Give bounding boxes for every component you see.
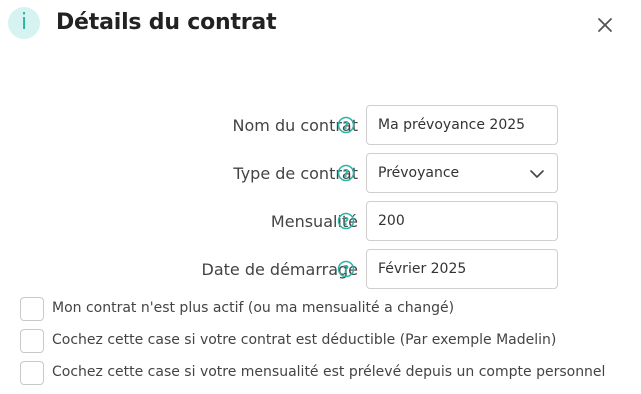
start-date-label: Date de démarrage xyxy=(201,259,358,279)
help-circle-icon[interactable]: ? xyxy=(337,164,355,182)
svg-text:?: ? xyxy=(343,119,349,132)
contract-name-field[interactable] xyxy=(366,105,558,145)
dialog-title: Détails du contrat xyxy=(56,10,277,35)
start-date-input[interactable] xyxy=(378,261,548,277)
svg-text:?: ? xyxy=(343,263,349,276)
inactive-contract-checkbox[interactable] xyxy=(20,297,44,321)
contract-type-selected-value: Prévoyance xyxy=(378,165,460,181)
svg-text:?: ? xyxy=(343,167,349,180)
inactive-contract-option: Mon contrat n'est plus actif (ou ma mens… xyxy=(20,297,620,321)
contract-details-dialog: i Détails du contrat Nom du contrat ? Ty… xyxy=(0,0,641,394)
personal-account-checkbox[interactable] xyxy=(20,361,44,385)
info-icon: i xyxy=(8,7,40,39)
help-circle-icon[interactable]: ? xyxy=(337,260,355,278)
deductible-contract-option: Cochez cette case si votre contrat est d… xyxy=(20,329,620,353)
deductible-contract-label[interactable]: Cochez cette case si votre contrat est d… xyxy=(52,332,556,348)
help-circle-icon[interactable]: ? xyxy=(337,116,355,134)
personal-account-label[interactable]: Cochez cette case si votre mensualité es… xyxy=(52,364,605,380)
dialog-header: i Détails du contrat xyxy=(0,0,641,48)
contract-type-row: Type de contrat ? Prévoyance xyxy=(0,153,641,193)
contract-type-select[interactable]: Prévoyance xyxy=(366,153,558,193)
monthly-amount-input[interactable] xyxy=(378,213,548,229)
inactive-contract-label[interactable]: Mon contrat n'est plus actif (ou ma mens… xyxy=(52,300,454,316)
monthly-amount-row: Mensualité ? xyxy=(0,201,641,241)
deductible-contract-checkbox[interactable] xyxy=(20,329,44,353)
contract-name-row: Nom du contrat ? xyxy=(0,105,641,145)
svg-text:?: ? xyxy=(343,215,349,228)
start-date-row: Date de démarrage ? xyxy=(0,249,641,289)
help-circle-icon[interactable]: ? xyxy=(337,212,355,230)
contract-name-input[interactable] xyxy=(378,117,548,133)
start-date-field[interactable] xyxy=(366,249,558,289)
monthly-amount-field[interactable] xyxy=(366,201,558,241)
personal-account-option: Cochez cette case si votre mensualité es… xyxy=(20,361,620,385)
chevron-down-icon xyxy=(530,170,544,178)
close-icon[interactable] xyxy=(594,14,616,36)
